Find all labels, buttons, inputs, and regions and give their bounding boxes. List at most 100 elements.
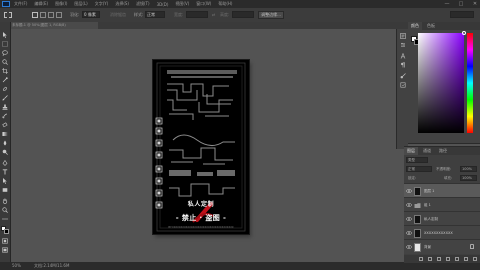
layer-row[interactable]: 组 1 [404,197,480,212]
type-tool-icon[interactable] [2,169,8,175]
visibility-eye-icon[interactable] [406,245,412,249]
layer-row[interactable]: 私人定制 [404,211,480,226]
marquee-preset-icon[interactable] [4,12,12,18]
menu-type[interactable]: 文字(Y) [95,1,109,7]
dodge-tool-icon[interactable] [2,149,8,155]
history-panel-icon[interactable] [400,33,406,39]
hue-slider[interactable] [467,33,473,133]
layer-kind-label: 类型 [408,158,415,162]
properties-panel-icon[interactable] [400,42,406,48]
add-mask-icon[interactable] [437,257,441,261]
refine-edge-button[interactable]: 调整边缘... [258,11,284,19]
crop-tool-icon[interactable] [2,68,8,74]
layer-style-icon[interactable] [428,257,432,261]
maximize-button[interactable]: □ [458,1,464,7]
menu-window[interactable]: 窗口(W) [196,1,211,7]
menu-bar: 文件(F) 编辑(E) 图像(I) 图层(L) 文字(Y) 选择(S) 滤镜(T… [0,0,480,8]
character-panel-icon[interactable] [400,53,406,59]
new-layer-icon[interactable] [464,257,468,261]
opacity-value: 100% [462,167,473,171]
swap-dimensions-icon[interactable]: ⇄ [212,11,215,19]
layer-row[interactable]: 背景 [404,239,480,254]
history-brush-tool-icon[interactable] [2,113,8,119]
color-picker-cursor[interactable] [462,31,466,35]
clone-stamp-tool-icon[interactable] [2,104,8,110]
document-tab[interactable]: 未标题-1 @ 50%(图层 1, RGB/8) [10,22,98,29]
eraser-tool-icon[interactable] [2,122,8,128]
tab-layers[interactable]: 图层 [404,147,418,155]
height-label: 高度: [220,12,230,17]
menu-help[interactable]: 帮助(H) [218,1,232,7]
visibility-eye-icon[interactable] [406,203,412,207]
zoom-tool-icon[interactable] [2,207,8,213]
layer-thumbnail [414,243,421,252]
workspace-switcher[interactable] [450,11,474,18]
minimize-button[interactable]: — [444,1,450,7]
window-controls: — □ ✕ [444,0,478,8]
link-layers-icon[interactable] [419,257,423,261]
tab-channels[interactable]: 通道 [420,147,434,155]
brush-tool-icon[interactable] [2,95,8,101]
paragraph-panel-icon[interactable] [400,62,406,68]
new-selection-icon[interactable] [32,12,38,18]
quick-select-tool-icon[interactable] [2,59,8,65]
new-group-icon[interactable] [455,257,459,261]
add-selection-icon[interactable] [40,12,46,18]
marquee-tool-icon[interactable] [2,41,8,47]
width-input[interactable] [186,11,208,18]
zoom-level[interactable]: 50% [12,262,21,270]
color-panel-tabs: 颜色 色板 [408,22,480,30]
document-canvas[interactable]: 私人定制 - 禁止 · 盗图 - BY:XXXXXXXXXXXXXXXXXXXX… [153,60,249,234]
menu-edit[interactable]: 编辑(E) [34,1,48,7]
layer-row[interactable]: 图层 1 [404,183,480,198]
tool-presets-panel-icon[interactable] [400,82,406,88]
adjustment-layer-icon[interactable] [446,257,450,261]
layer-thumbnail [414,187,421,196]
menu-filter[interactable]: 滤镜(T) [136,1,150,7]
menu-select[interactable]: 选择(S) [115,1,129,7]
menu-3d[interactable]: 3D(D) [157,2,169,7]
layer-name: XXXXXXXXXXXX [424,231,453,235]
photoshop-logo-icon[interactable] [2,1,10,7]
document-info: 文档:2.14M/11.6M [34,263,70,268]
tab-color[interactable]: 颜色 [408,22,422,30]
gradient-tool-icon[interactable] [2,131,8,137]
layer-row[interactable]: XXXXXXXXXXXX [404,225,480,240]
visibility-eye-icon[interactable] [406,231,412,235]
eyedropper-tool-icon[interactable] [2,77,8,83]
layers-panel-tabs: 图层 通道 路径 [404,147,480,155]
blur-tool-icon[interactable] [2,140,8,146]
trash-icon[interactable] [473,257,477,261]
layer-thumbnail [414,229,421,238]
intersect-selection-icon[interactable] [56,12,62,18]
height-input[interactable] [232,11,254,18]
hand-tool-icon[interactable] [2,198,8,204]
width-label: 宽度: [174,12,184,17]
blend-mode-value: 正常 [408,167,415,171]
background-color-swatch[interactable] [4,229,9,234]
tab-paths[interactable]: 路径 [436,147,450,155]
antialias-checkbox-label[interactable]: 消除锯齿 [110,11,126,19]
path-selection-tool-icon[interactable] [2,178,8,184]
screen-mode-icon[interactable] [2,247,8,253]
healing-brush-tool-icon[interactable] [2,86,8,92]
visibility-eye-icon[interactable] [406,189,412,193]
tab-swatches[interactable]: 色板 [424,22,438,30]
move-tool-icon[interactable] [2,32,8,38]
subtract-selection-icon[interactable] [48,12,54,18]
menu-layer[interactable]: 图层(L) [74,1,87,7]
rectangle-tool-icon[interactable] [2,187,8,193]
menu-view[interactable]: 视图(V) [175,1,189,7]
lasso-tool-icon[interactable] [2,50,8,56]
layer-name: 私人定制 [424,217,438,221]
quick-mask-icon[interactable] [2,238,8,244]
close-button[interactable]: ✕ [472,1,478,7]
more-tools-icon[interactable] [2,216,8,222]
visibility-eye-icon[interactable] [406,217,412,221]
menu-file[interactable]: 文件(F) [14,1,27,7]
color-picker-field[interactable] [418,31,466,133]
pen-tool-icon[interactable] [2,160,8,166]
menu-image[interactable]: 图像(I) [55,1,67,7]
feather-label: 羽化: [70,12,80,17]
brush-presets-panel-icon[interactable] [400,73,406,79]
